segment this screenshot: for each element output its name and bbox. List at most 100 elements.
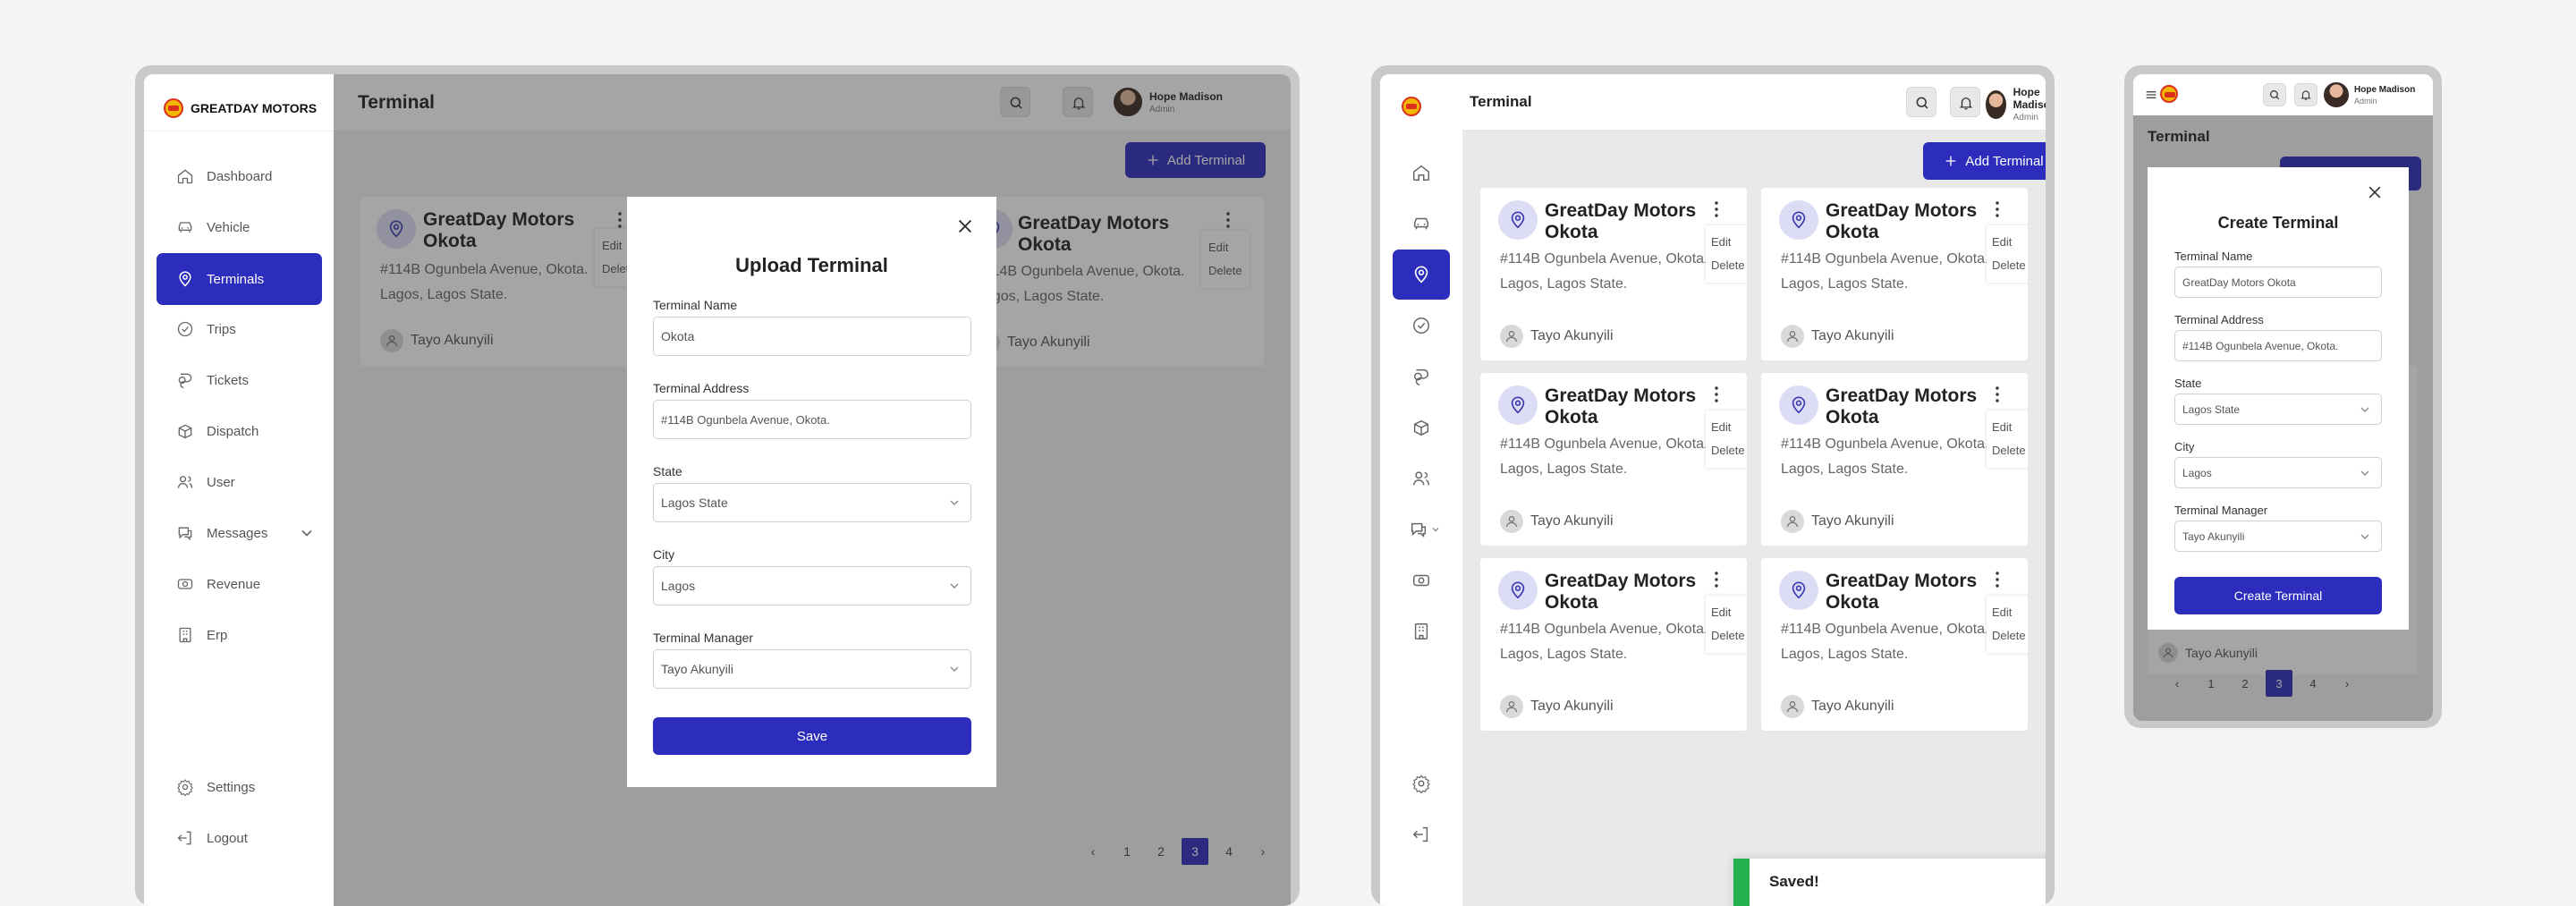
terminal-manager-select[interactable]: Tayo Akunyili <box>2174 521 2382 552</box>
city-value: Lagos <box>661 579 696 593</box>
terminal-pin-avatar <box>1779 200 1818 240</box>
sidebar-item-label: Settings <box>207 779 256 795</box>
terminal-card[interactable]: GreatDay Motors Okota #114B Ogunbela Aven… <box>1761 188 2028 360</box>
delete-menu-item[interactable]: Delete <box>1992 624 2026 648</box>
terminal-card[interactable]: GreatDay Motors Okota #114B Ogunbela Aven… <box>1480 373 1747 546</box>
check-circle-icon[interactable] <box>1411 316 1431 335</box>
gear-icon[interactable] <box>1411 774 1431 793</box>
search-button[interactable] <box>1906 87 1936 117</box>
tablet-frame: Terminal Hope Madison Admin Add Terminal … <box>1371 65 2055 906</box>
city-label: City <box>2174 440 2195 453</box>
building-icon[interactable] <box>1411 622 1431 641</box>
edit-menu-item[interactable]: Edit <box>1711 416 1745 439</box>
search-button[interactable] <box>2263 83 2286 106</box>
sidebar-item-settings[interactable]: Settings <box>157 762 322 812</box>
terminal-manager-select[interactable]: Tayo Akunyili <box>653 649 971 689</box>
chevron-down-icon <box>2358 466 2372 480</box>
terminal-name-input[interactable]: Okota <box>653 317 971 356</box>
sidebar-item-terminals[interactable] <box>1393 250 1450 300</box>
more-options-icon[interactable] <box>1993 385 2002 403</box>
create-terminal-button[interactable]: Create Terminal <box>2174 577 2382 614</box>
more-options-icon[interactable] <box>1993 571 2002 588</box>
terminal-card[interactable]: GreatDay Motors Okota #114B Ogunbela Aven… <box>1480 558 1747 731</box>
sidebar-item-messages[interactable]: Messages <box>157 508 322 558</box>
header: Terminal Hope Madison Admin <box>1462 74 2046 130</box>
sidebar-item-dashboard[interactable]: Dashboard <box>157 151 322 201</box>
terminal-pin-avatar <box>1779 385 1818 425</box>
sidebar-item-label: User <box>207 474 235 490</box>
more-options-icon[interactable] <box>1712 200 1721 218</box>
terminal-address-line2: Lagos, Lagos State. <box>1500 461 1628 477</box>
sidebar-item-tickets[interactable]: Tickets <box>157 355 322 405</box>
chat-icon[interactable] <box>1409 520 1428 539</box>
sidebar-item-label: Messages <box>207 525 268 541</box>
sidebar-item-trips[interactable]: Trips <box>157 304 322 354</box>
sidebar-item-terminals[interactable]: Terminals <box>157 253 322 305</box>
delete-menu-item[interactable]: Delete <box>1711 624 1745 648</box>
upload-terminal-modal: Upload Terminal Terminal Name Okota Term… <box>627 197 996 787</box>
state-select[interactable]: Lagos State <box>2174 394 2382 425</box>
state-select[interactable]: Lagos State <box>653 483 971 522</box>
edit-menu-item[interactable]: Edit <box>1992 231 2026 254</box>
terminal-name-input[interactable]: GreatDay Motors Okota <box>2174 267 2382 298</box>
more-options-icon[interactable] <box>1712 571 1721 588</box>
sidebar-item-dispatch[interactable]: Dispatch <box>157 406 322 456</box>
more-options-icon[interactable] <box>1712 385 1721 403</box>
card-action-menu: Edit Delete <box>1706 225 1747 283</box>
terminal-address-input[interactable]: #114B Ogunbela Avenue, Okota. <box>653 400 971 439</box>
terminal-address-line2: Lagos, Lagos State. <box>1781 276 1909 292</box>
close-icon[interactable] <box>955 216 975 236</box>
terminal-name-label: Terminal Name <box>653 298 738 312</box>
terminal-card[interactable]: GreatDay Motors Okota #114B Ogunbela Aven… <box>1480 188 1747 360</box>
chevron-down-icon[interactable] <box>1430 524 1441 535</box>
edit-menu-item[interactable]: Edit <box>1711 231 1745 254</box>
avatar <box>1984 88 2008 121</box>
delete-menu-item[interactable]: Delete <box>1992 254 2026 277</box>
edit-menu-item[interactable]: Edit <box>1992 416 2026 439</box>
user-menu[interactable]: Hope MadisonAdmin <box>1984 86 2046 123</box>
notifications-button[interactable] <box>1950 87 1980 117</box>
hamburger-menu-icon[interactable] <box>2144 88 2158 102</box>
sidebar-item-vehicle[interactable]: Vehicle <box>157 202 322 252</box>
logo-icon[interactable] <box>1402 97 1421 116</box>
logout-icon[interactable] <box>1411 825 1431 844</box>
delete-menu-item[interactable]: Delete <box>1711 439 1745 462</box>
ticket-icon[interactable] <box>1411 367 1431 386</box>
terminal-name: GreatDay Motors Okota <box>1826 571 1978 613</box>
user-menu[interactable]: Hope MadisonAdmin <box>2322 80 2415 109</box>
car-icon[interactable] <box>1411 214 1431 233</box>
more-options-icon[interactable] <box>1993 200 2002 218</box>
edit-menu-item[interactable]: Edit <box>1711 601 1745 624</box>
sidebar-item-user[interactable]: User <box>157 457 322 507</box>
money-icon[interactable] <box>1411 571 1431 590</box>
city-select[interactable]: Lagos <box>653 566 971 605</box>
sidebar-item-logout[interactable]: Logout <box>157 813 322 863</box>
save-button[interactable]: Save <box>653 717 971 755</box>
terminal-address-input[interactable]: #114B Ogunbela Avenue, Okota. <box>2174 330 2382 361</box>
terminal-manager: Tayo Akunyili <box>1781 695 1894 718</box>
delete-menu-item[interactable]: Delete <box>1711 254 1745 277</box>
state-value: Lagos State <box>661 495 728 510</box>
add-terminal-button[interactable]: Add Terminal <box>1923 142 2046 180</box>
delete-menu-item[interactable]: Delete <box>1992 439 2026 462</box>
close-icon[interactable] <box>2366 183 2384 201</box>
location-pin-icon <box>1508 580 1528 600</box>
users-icon[interactable] <box>1411 469 1431 488</box>
notifications-button[interactable] <box>2294 83 2318 106</box>
chevron-down-icon[interactable] <box>298 524 316 542</box>
city-select[interactable]: Lagos <box>2174 457 2382 488</box>
terminal-card[interactable]: GreatDay Motors Okota #114B Ogunbela Aven… <box>1761 373 2028 546</box>
modal-title: Create Terminal <box>2217 214 2339 232</box>
user-name: Hope Madison <box>2354 84 2416 95</box>
terminal-pin-avatar <box>1498 200 1538 240</box>
terminal-card[interactable]: GreatDay Motors Okota #114B Ogunbela Aven… <box>1761 558 2028 731</box>
home-icon[interactable] <box>1411 163 1431 182</box>
edit-menu-item[interactable]: Edit <box>1992 601 2026 624</box>
terminal-manager: Tayo Akunyili <box>1500 325 1614 348</box>
home-icon <box>176 167 194 185</box>
brand-logo[interactable]: GREATDAY MOTORS <box>164 98 317 118</box>
package-icon[interactable] <box>1411 418 1431 437</box>
sidebar-item-revenue[interactable]: Revenue <box>157 559 322 609</box>
logo-icon[interactable] <box>2160 85 2178 103</box>
sidebar-item-erp[interactable]: Erp <box>157 610 322 660</box>
